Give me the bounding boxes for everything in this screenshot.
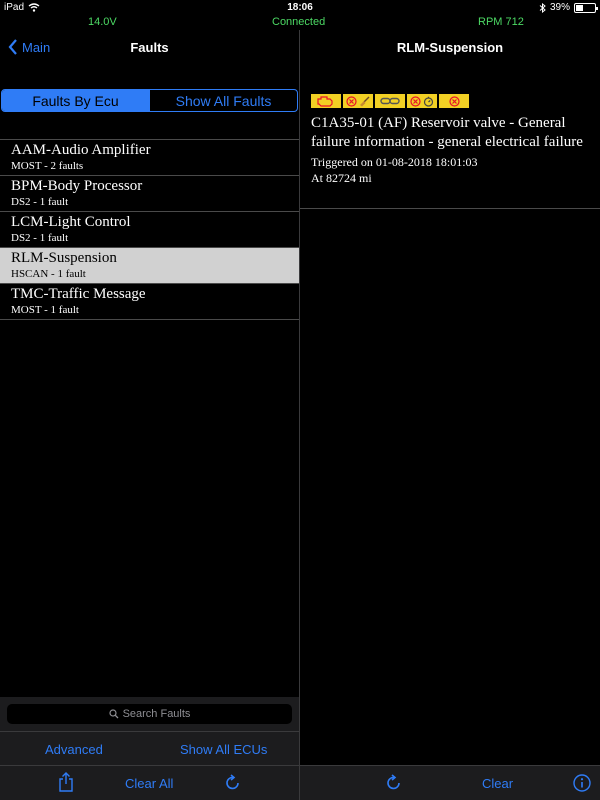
- refresh-icon[interactable]: [386, 774, 402, 792]
- advanced-button[interactable]: Advanced: [45, 742, 103, 757]
- view-segmented-control: Faults By Ecu Show All Faults: [1, 89, 298, 112]
- page-title: Faults: [130, 40, 169, 55]
- rpm-readout: RPM 712: [478, 16, 524, 28]
- status-right: 39%: [539, 2, 598, 13]
- status-badge: [343, 94, 373, 108]
- chain-link-icon: [380, 97, 400, 105]
- ecu-name: RLM-Suspension: [11, 250, 117, 266]
- voltage-readout: 14.0V: [88, 16, 117, 28]
- segment-show-all-faults[interactable]: Show All Faults: [149, 90, 297, 111]
- battery-percent: 39%: [549, 2, 570, 13]
- fault-status-icons: [311, 94, 469, 108]
- refresh-icon[interactable]: [225, 774, 241, 792]
- info-icon[interactable]: [573, 774, 591, 792]
- list-item[interactable]: TMC-Traffic Message MOST - 1 fault: [0, 284, 299, 320]
- ecu-fault-count: DS2 - 1 fault: [11, 196, 69, 208]
- status-badge: [407, 94, 437, 108]
- ecu-fault-count: MOST - 2 faults: [11, 160, 84, 172]
- ecu-name: AAM-Audio Amplifier: [11, 142, 151, 158]
- connection-status: Connected: [272, 16, 326, 28]
- fault-mileage: At 82724 mi: [311, 171, 372, 185]
- clock: 18:06: [287, 2, 313, 13]
- ecu-fault-count: MOST - 1 fault: [11, 304, 79, 316]
- list-item[interactable]: AAM-Audio Amplifier MOST - 2 faults: [0, 140, 299, 176]
- left-nav-bar: Main Faults: [0, 30, 299, 66]
- ecu-fault-count: DS2 - 1 fault: [11, 232, 69, 244]
- cancel-icon: [448, 95, 460, 107]
- detail-title: RLM-Suspension: [396, 40, 504, 55]
- status-badge: [439, 94, 469, 108]
- right-nav-bar: RLM-Suspension: [300, 30, 600, 66]
- left-bottom-panel: Search Faults Advanced Show All ECUs Cle…: [0, 697, 299, 800]
- clear-button[interactable]: Clear: [482, 776, 513, 791]
- ecu-name: LCM-Light Control: [11, 214, 131, 230]
- cancel-icon: [410, 95, 421, 107]
- engine-check-icon: [317, 95, 333, 107]
- list-item[interactable]: BPM-Body Processor DS2 - 1 fault: [0, 176, 299, 212]
- split-divider: [299, 30, 300, 800]
- ecu-list: AAM-Audio Amplifier MOST - 2 faults BPM-…: [0, 139, 299, 320]
- fault-triggered-time: Triggered on 01-08-2018 18:01:03: [311, 155, 478, 169]
- status-bar: iPad 18:06 39%: [0, 0, 600, 16]
- list-item-selected[interactable]: RLM-Suspension HSCAN - 1 fault: [0, 248, 299, 284]
- ecu-name: TMC-Traffic Message: [11, 286, 146, 302]
- broom-icon: [360, 96, 370, 106]
- timer-icon: [423, 96, 434, 107]
- telemetry-bar: 14.0V Connected RPM 712: [0, 16, 600, 30]
- ecu-fault-count: HSCAN - 1 fault: [11, 268, 86, 280]
- fault-description: C1A35-01 (AF) Reservoir valve - General …: [311, 115, 583, 150]
- ecu-name: BPM-Body Processor: [11, 178, 143, 194]
- share-icon[interactable]: [58, 772, 74, 792]
- clear-all-button[interactable]: Clear All: [125, 776, 173, 791]
- bluetooth-icon: [539, 2, 546, 13]
- battery-icon: [574, 2, 598, 13]
- search-input[interactable]: Search Faults: [7, 704, 292, 724]
- right-toolbar: Clear: [300, 765, 600, 800]
- battery-fill: [576, 4, 584, 11]
- status-badge: [311, 94, 341, 108]
- segment-faults-by-ecu[interactable]: Faults By Ecu: [2, 90, 149, 111]
- status-badge: [375, 94, 405, 108]
- fault-text: C1A35-01 (AF) Reservoir valve - General …: [311, 114, 596, 186]
- search-placeholder: Search Faults: [122, 708, 191, 720]
- fault-separator: [300, 208, 600, 209]
- search-icon: [108, 709, 119, 719]
- list-item[interactable]: LCM-Light Control DS2 - 1 fault: [0, 212, 299, 248]
- show-all-ecus-button[interactable]: Show All ECUs: [180, 742, 267, 757]
- left-toolbar: Clear All: [0, 765, 299, 800]
- cancel-icon: [346, 95, 357, 107]
- left-action-row: Advanced Show All ECUs: [0, 731, 299, 765]
